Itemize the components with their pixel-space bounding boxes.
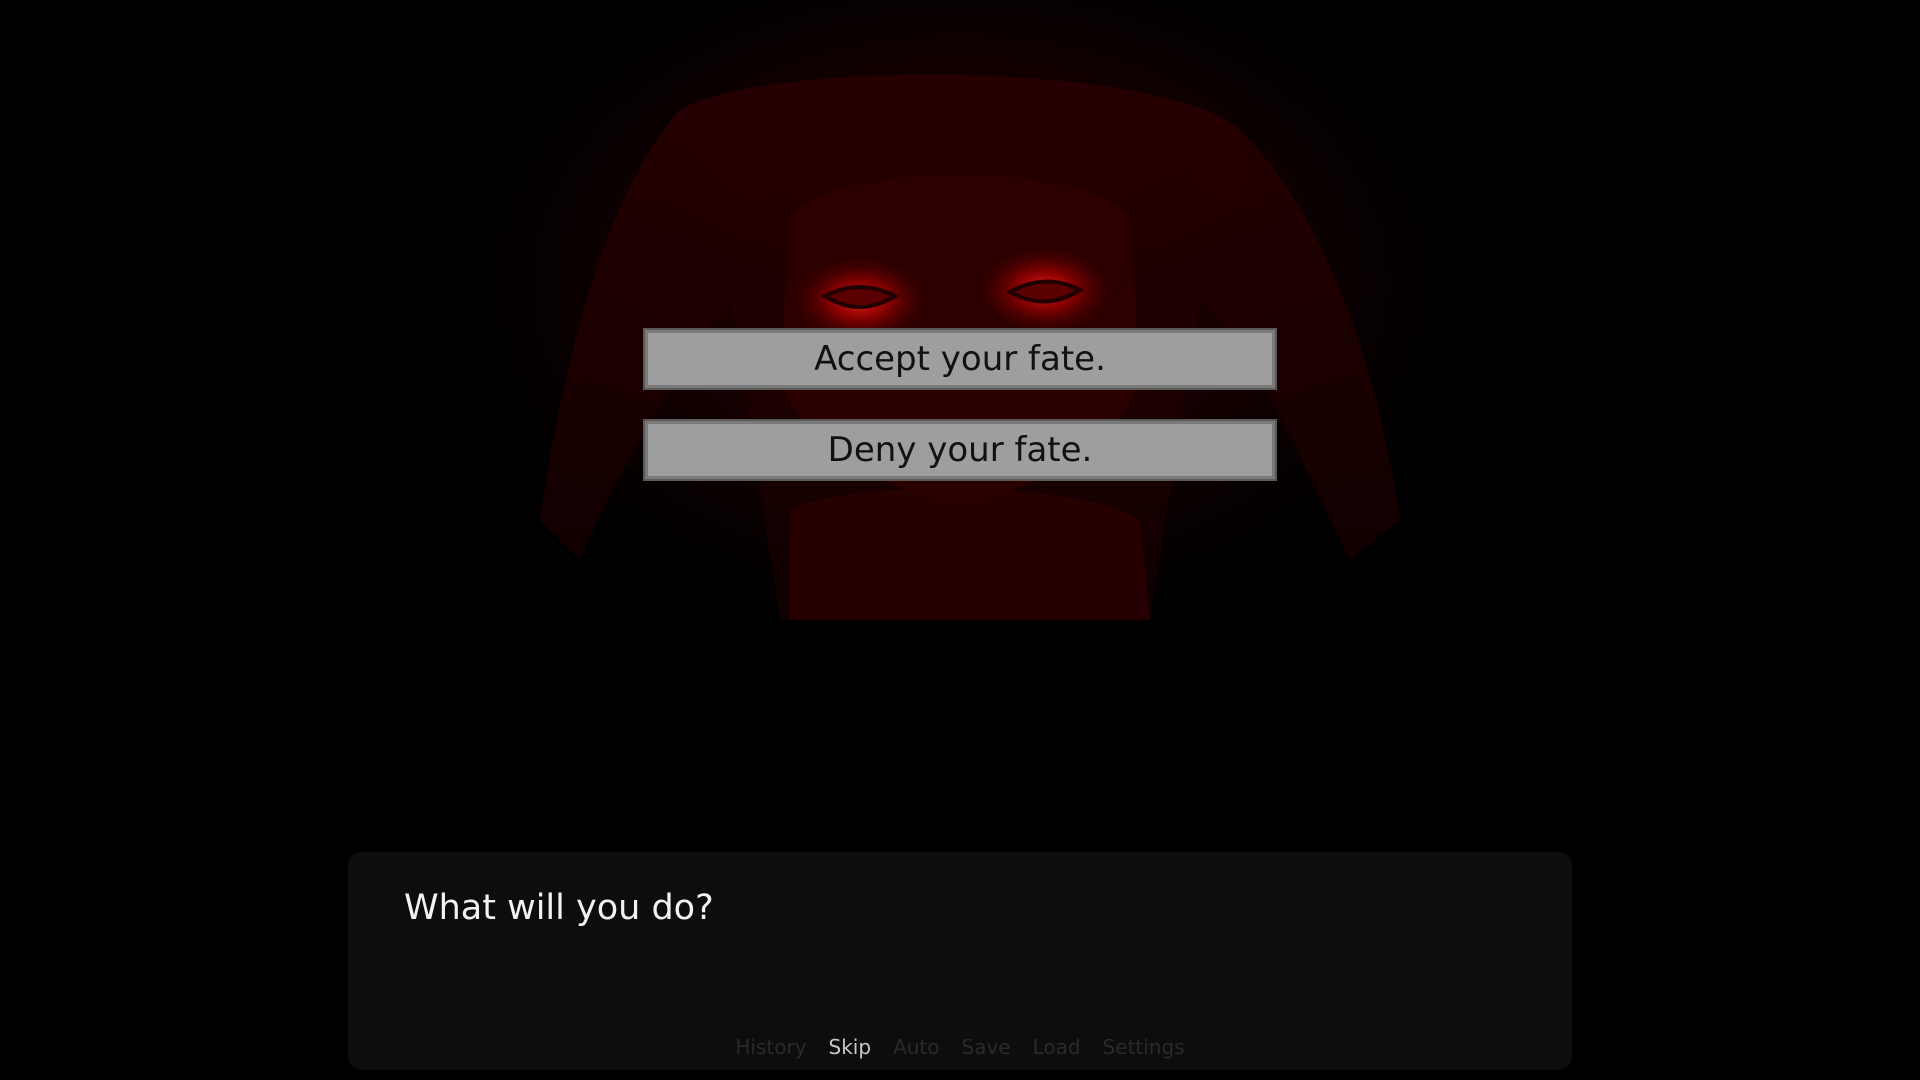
quick-menu-save[interactable]: Save <box>962 1032 1011 1062</box>
choice-deny-button[interactable]: Deny your fate. <box>643 419 1277 481</box>
dialogue-box: What will you do? History Skip Auto Save… <box>348 852 1572 1070</box>
game-scene: Accept your fate. Deny your fate. What w… <box>0 0 1920 1080</box>
quick-menu-skip[interactable]: Skip <box>829 1032 872 1062</box>
quick-menu-settings[interactable]: Settings <box>1103 1032 1185 1062</box>
quick-menu-load[interactable]: Load <box>1033 1032 1081 1062</box>
choice-menu: Accept your fate. Deny your fate. <box>643 328 1277 512</box>
quick-menu-history[interactable]: History <box>735 1032 806 1062</box>
dialogue-text: What will you do? <box>404 888 714 928</box>
quick-menu-auto[interactable]: Auto <box>893 1032 939 1062</box>
quick-menu: History Skip Auto Save Load Settings <box>348 1032 1572 1062</box>
choice-accept-button[interactable]: Accept your fate. <box>643 328 1277 390</box>
